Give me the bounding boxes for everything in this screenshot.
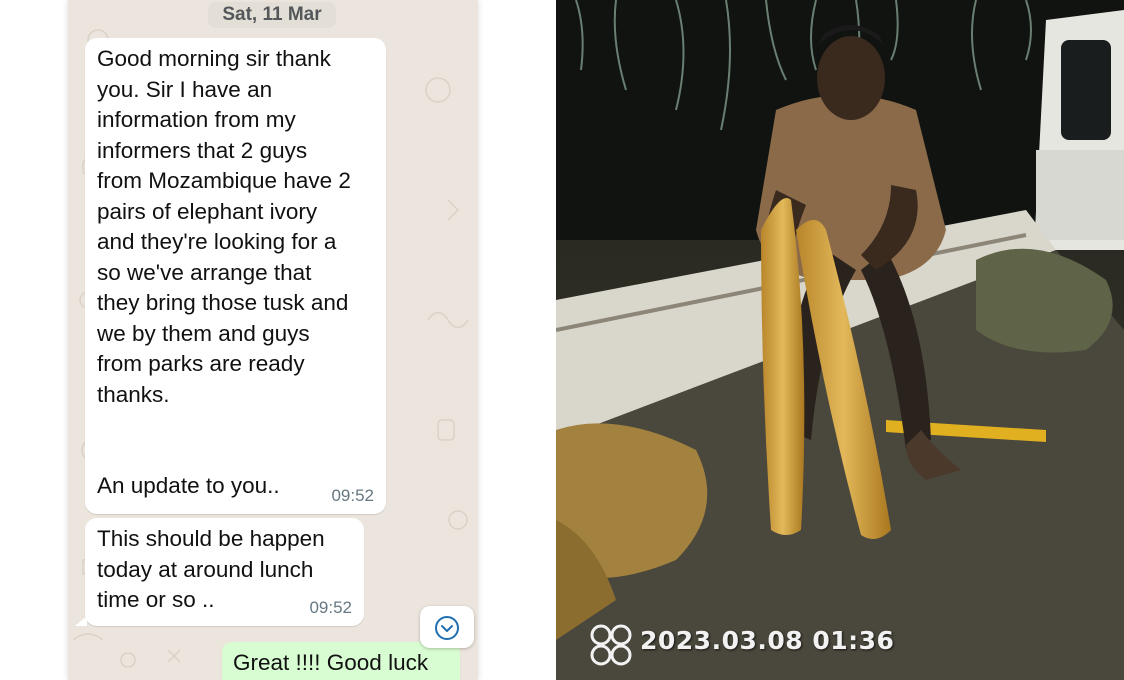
bubble-tail [75,616,87,626]
date-separator: Sat, 11 Mar [208,2,336,28]
night-scene-image [556,0,1124,680]
message-text: Good morning sir thank you. Sir I have a… [97,46,351,498]
chat-panel: Sat, 11 Mar Good morning sir thank you. … [68,0,478,680]
incoming-message[interactable]: This should be happen today at around lu… [75,518,364,626]
chevron-down-icon [435,616,459,640]
message-text: Great !!!! Good luck [233,650,429,675]
evidence-photo [556,0,1124,680]
incoming-message[interactable]: Good morning sir thank you. Sir I have a… [85,38,386,514]
message-time: 09:52 [331,485,374,505]
scroll-to-bottom-button[interactable] [420,606,474,648]
photo-timestamp: 2023.03.08 01:36 [640,626,895,655]
camera-watermark-icon [590,624,632,666]
message-time: 09:52 [309,597,352,617]
outgoing-message[interactable]: Great !!!! Good luck [222,642,460,680]
